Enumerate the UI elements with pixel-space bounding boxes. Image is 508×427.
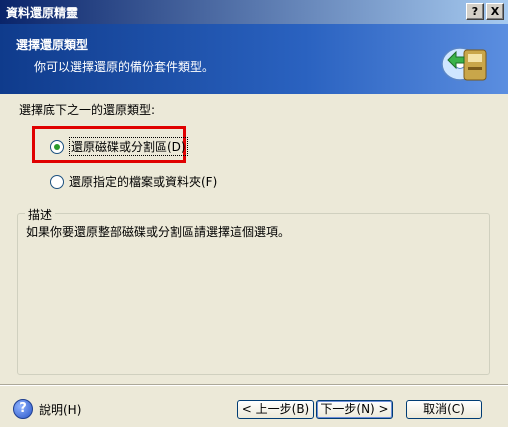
restore-wizard-icon	[441, 47, 487, 81]
back-button[interactable]: < 上一步(B)	[237, 400, 314, 419]
restore-type-prompt: 選擇底下之一的還原類型:	[19, 103, 156, 117]
radio-unchecked-icon[interactable]	[50, 174, 64, 189]
option-label: 還原指定的檔案或資料夾(F)	[69, 175, 218, 189]
wizard-header: 選擇還原類型 你可以選擇還原的備份套件類型。	[0, 24, 508, 94]
close-button[interactable]: X	[486, 3, 504, 20]
help-title-button[interactable]: ?	[466, 3, 484, 20]
help-button[interactable]: ? 說明(H)	[13, 399, 81, 419]
description-legend: 描述	[25, 206, 56, 223]
description-text: 如果你要還原整部磁碟或分割區請選擇這個選項。	[26, 225, 291, 239]
footer-separator	[0, 384, 508, 386]
option-label: 還原磁碟或分割區(D)	[69, 137, 188, 156]
cancel-button[interactable]: 取消(C)	[406, 400, 482, 419]
help-label: 說明(H)	[39, 402, 82, 417]
header-title: 選擇還原類型	[16, 38, 89, 52]
description-group: 描述 如果你要還原整部磁碟或分割區請選擇這個選項。	[17, 206, 490, 375]
window-title: 資料還原精靈	[6, 6, 79, 20]
radio-checked-icon[interactable]	[50, 139, 64, 154]
option-restore-disk[interactable]: 還原磁碟或分割區(D)	[50, 137, 188, 156]
header-subtitle: 你可以選擇還原的備份套件類型。	[34, 60, 215, 74]
title-bar: 資料還原精靈 ? X	[0, 0, 508, 24]
option-restore-files[interactable]: 還原指定的檔案或資料夾(F)	[50, 173, 217, 190]
question-icon: ?	[13, 399, 33, 419]
next-button[interactable]: 下一步(N) >	[316, 400, 393, 419]
